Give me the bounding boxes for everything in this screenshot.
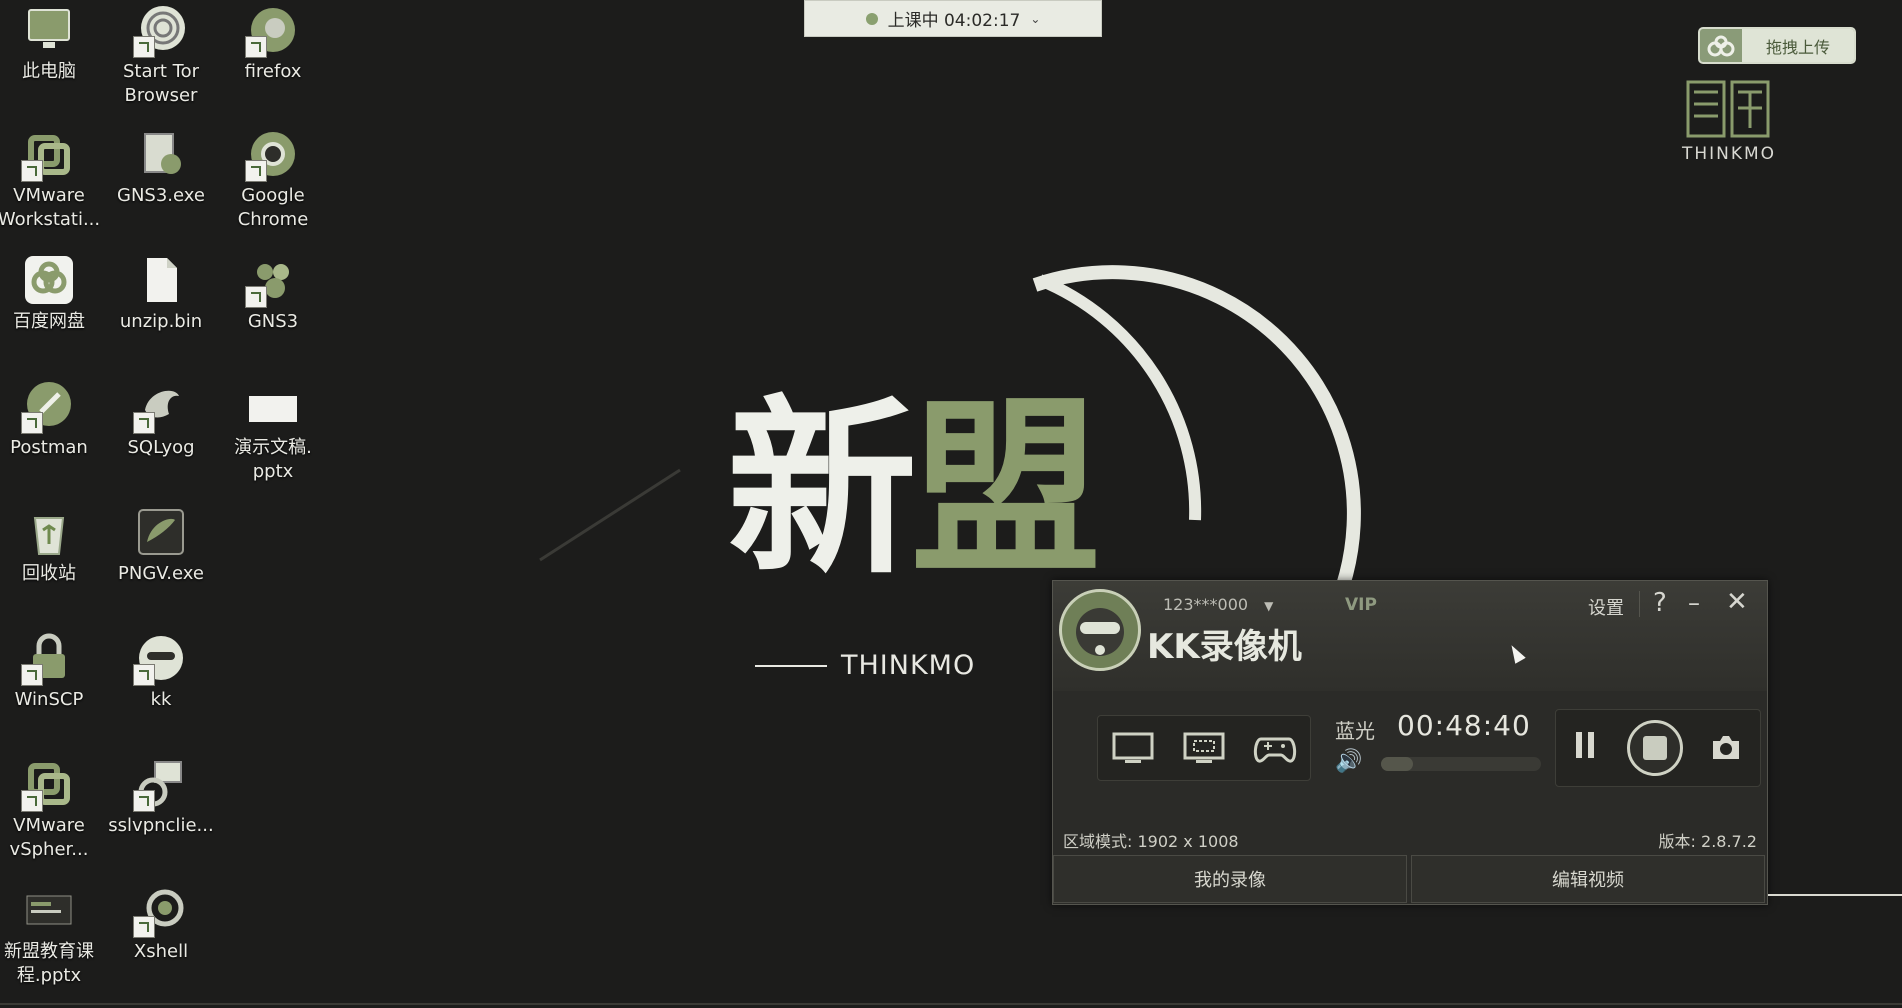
desktop-icon-winscp[interactable]: WinSCP: [0, 632, 104, 712]
corner-logo-text: THINKMO: [1681, 144, 1777, 164]
pptx-icon: [247, 380, 299, 432]
desktop-icon-gns3[interactable]: GNS3: [218, 254, 328, 334]
vip-badge[interactable]: VIP: [1345, 595, 1377, 615]
class-timer-label: 上课中 04:02:17: [887, 11, 1021, 31]
desktop-icon-sqlyog[interactable]: SQLyog: [106, 380, 216, 460]
record-mode-group: [1097, 715, 1311, 781]
version-text: 版本: 2.8.7.2: [1658, 832, 1757, 851]
tor-icon: [133, 4, 187, 58]
computer-icon: [23, 4, 75, 56]
gns3-installer-icon: [135, 128, 187, 180]
logo-sub-text: THINKMO: [841, 650, 976, 681]
desktop-icon-presentation-pptx[interactable]: 演示文稿. pptx: [218, 380, 328, 484]
status-dot-icon: [865, 12, 878, 25]
taskbar-edge: [0, 1003, 1902, 1005]
kk-app-title: KK录像机: [1147, 627, 1302, 667]
desktop-icon-kk[interactable]: kk: [106, 632, 216, 712]
kk-account-name: 123***000: [1163, 595, 1249, 614]
camera-icon[interactable]: [1710, 732, 1742, 762]
baidu-upload-widget[interactable]: 拖拽上传: [1698, 27, 1856, 64]
volume-fill: [1381, 757, 1413, 771]
volume-slider[interactable]: [1381, 757, 1541, 771]
divider: [1639, 591, 1640, 617]
firefox-icon: [245, 4, 299, 58]
sqlyog-icon: [133, 380, 187, 434]
kk-account[interactable]: 123***000 ▼: [1163, 595, 1273, 614]
chrome-icon: [245, 128, 299, 182]
help-button[interactable]: ?: [1653, 588, 1667, 618]
divider: [1768, 894, 1902, 896]
wallpaper-logo: 新盟: [727, 395, 1101, 585]
volume-icon[interactable]: 🔊: [1335, 749, 1362, 774]
desktop-icon-postman[interactable]: Postman: [0, 380, 104, 460]
baidu-netdisk-icon: [23, 254, 75, 306]
thinkmo-corner-logo: THINKMO: [1658, 78, 1800, 170]
desktop-icon-gns3-exe[interactable]: GNS3.exe: [106, 128, 216, 208]
desktop-icon-pngv-exe[interactable]: PNGV.exe: [106, 506, 216, 586]
desktop-icon-vmware-workstation[interactable]: VMware Workstati...: [0, 128, 104, 232]
minimize-button[interactable]: –: [1688, 589, 1700, 617]
desktop-icon-unzip-bin[interactable]: unzip.bin: [106, 254, 216, 334]
my-recordings-button[interactable]: 我的录像: [1053, 855, 1407, 903]
pause-button[interactable]: [1576, 732, 1596, 760]
kk-mascot-icon: [1059, 589, 1141, 671]
close-button[interactable]: ✕: [1726, 587, 1748, 617]
logo-char-2: 盟: [911, 379, 1101, 600]
desktop-icon-xinmeng-course-pptx[interactable]: 新盟教育课 程.pptx: [0, 884, 104, 988]
game-mode-icon[interactable]: [1253, 731, 1297, 765]
recycle-bin-icon: [23, 506, 75, 558]
fullscreen-mode-icon[interactable]: [1111, 731, 1155, 765]
postman-icon: [21, 380, 75, 434]
edit-video-button[interactable]: 编辑视频: [1411, 855, 1765, 903]
desktop-icon-google-chrome[interactable]: Google Chrome: [218, 128, 328, 232]
desktop-icon-xshell[interactable]: Xshell: [106, 884, 216, 964]
desktop-icon-recycle-bin[interactable]: 回收站: [0, 506, 104, 586]
desktop-icon-firefox[interactable]: firefox: [218, 4, 328, 84]
settings-button[interactable]: 设置: [1588, 594, 1624, 620]
desktop-icon-tor-browser[interactable]: Start Tor Browser: [106, 4, 216, 108]
thinkmo-emblem-icon: [1686, 80, 1770, 138]
quality-label[interactable]: 蓝光: [1335, 715, 1375, 744]
desktop-icon-vmware-vsphere[interactable]: VMware vSpher...: [0, 758, 104, 862]
region-mode-text: 区域模式: 1902 x 1008: [1063, 832, 1239, 851]
region-mode-icon[interactable]: [1182, 731, 1226, 765]
desktop-icon-baidu-netdisk[interactable]: 百度网盘: [0, 254, 104, 334]
file-icon: [135, 254, 187, 306]
xshell-icon: [133, 884, 187, 938]
upload-label: 拖拽上传: [1742, 29, 1854, 62]
chevron-down-icon[interactable]: ⌄: [1030, 12, 1040, 26]
recording-timer: 00:48:40: [1397, 709, 1531, 742]
cloud-icon: [1700, 29, 1742, 62]
vmware-icon: [21, 128, 75, 182]
recording-controls: [1555, 709, 1761, 787]
kk-header: 123***000 ▼ VIP KK录像机 设置 ? – ✕: [1053, 581, 1767, 691]
chevron-down-icon[interactable]: ▼: [1264, 599, 1273, 613]
pptx-thumb-icon: [23, 884, 75, 936]
winscp-icon: [21, 632, 75, 686]
kk-icon: [133, 632, 187, 686]
sslvpn-icon: [133, 758, 187, 812]
desktop-icon-this-pc[interactable]: 此电脑: [0, 4, 104, 84]
stop-button[interactable]: [1627, 720, 1683, 776]
divider: [755, 664, 827, 667]
gns3-icon: [245, 254, 299, 308]
png-icon: [135, 506, 187, 558]
logo-char-1: 新: [727, 379, 917, 600]
vsphere-icon: [21, 758, 75, 812]
kk-recorder-window[interactable]: 123***000 ▼ VIP KK录像机 设置 ? – ✕ 蓝光 00:48:4…: [1052, 580, 1768, 905]
class-timer[interactable]: 上课中 04:02:17 ⌄: [804, 0, 1102, 37]
desktop-icon-sslvpnclient[interactable]: sslvpnclie...: [106, 758, 216, 838]
wallpaper-logo-subtitle: THINKMO: [755, 650, 1055, 681]
